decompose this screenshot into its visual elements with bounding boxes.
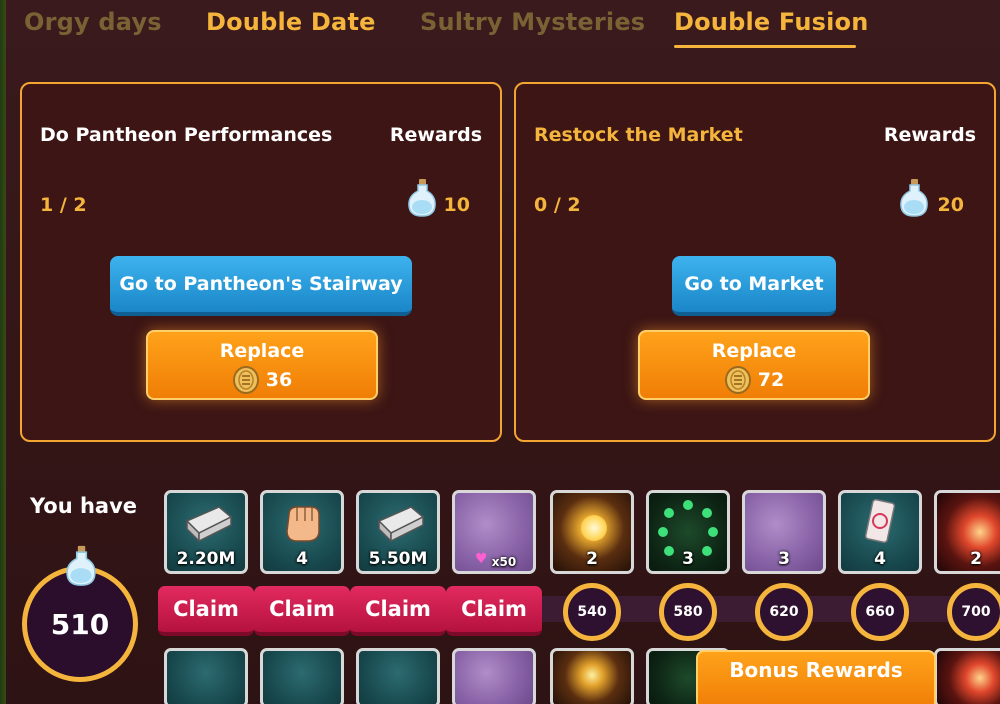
reward-tile[interactable]: 5.50M bbox=[356, 490, 440, 574]
potion-balance-value: 510 bbox=[50, 607, 110, 641]
reward-quantity: 2 bbox=[586, 549, 598, 569]
reward-amount: 20 bbox=[937, 194, 964, 216]
left-edge bbox=[0, 0, 6, 704]
reward-tile[interactable]: 2.20M bbox=[164, 490, 248, 574]
reward-tile[interactable]: ♥ x50 bbox=[452, 490, 536, 574]
reward-quantity: x50 bbox=[491, 555, 517, 569]
reward-tile[interactable]: 2 bbox=[550, 490, 634, 574]
task-card-market: Restock the Market Rewards 0 / 2 20 Go t… bbox=[514, 82, 996, 442]
reward-tile[interactable]: 3 bbox=[742, 490, 826, 574]
reward-tile[interactable]: 4 bbox=[260, 490, 344, 574]
milestone-marker: 660 bbox=[851, 583, 909, 641]
reward-quantity: 4 bbox=[874, 549, 886, 569]
replace-button[interactable]: Replace 36 bbox=[146, 330, 378, 400]
money-stack-icon bbox=[377, 506, 425, 543]
reward-quantity: 4 bbox=[296, 549, 308, 569]
reward-quantity: 3 bbox=[778, 549, 790, 569]
money-stack-icon bbox=[185, 506, 233, 543]
reward-tile[interactable] bbox=[356, 648, 440, 704]
go-to-pantheon-button[interactable]: Go to Pantheon's Stairway bbox=[110, 256, 412, 316]
milestone-marker: 700 bbox=[947, 583, 1000, 641]
milestone-marker: 580 bbox=[659, 583, 717, 641]
reward-tile[interactable] bbox=[550, 648, 634, 704]
tab-double-fusion[interactable]: Double Fusion bbox=[674, 8, 869, 36]
rewards-label: Rewards bbox=[389, 124, 482, 146]
golden-orb-icon bbox=[581, 515, 607, 541]
reward-tile[interactable] bbox=[164, 648, 248, 704]
rewards-label: Rewards bbox=[883, 124, 976, 146]
tab-double-date[interactable]: Double Date bbox=[206, 8, 376, 36]
claim-button[interactable]: Claim bbox=[254, 586, 350, 636]
tab-bar: Orgy days Double Date Sultry Mysteries D… bbox=[0, 0, 1000, 52]
task-title: Do Pantheon Performances bbox=[40, 124, 333, 146]
reward-tile[interactable] bbox=[934, 648, 1000, 704]
reward-amount: 10 bbox=[443, 194, 470, 216]
milestone-marker: 540 bbox=[563, 583, 621, 641]
ticket-icon bbox=[864, 498, 896, 544]
tab-orgy-days[interactable]: Orgy days bbox=[24, 8, 162, 36]
tab-sultry-mysteries[interactable]: Sultry Mysteries bbox=[420, 8, 645, 36]
task-card-pantheon: Do Pantheon Performances Rewards 1 / 2 1… bbox=[20, 82, 502, 442]
reward-tile[interactable] bbox=[260, 648, 344, 704]
replace-button[interactable]: Replace 72 bbox=[638, 330, 870, 400]
replace-cost: 72 bbox=[757, 369, 785, 391]
reward-quantity: 2.20M bbox=[176, 549, 236, 569]
active-tab-indicator bbox=[674, 45, 856, 48]
reward-tile[interactable]: 3 bbox=[646, 490, 730, 574]
claim-button[interactable]: Claim bbox=[446, 586, 542, 636]
potion-icon bbox=[408, 179, 436, 217]
replace-label: Replace bbox=[219, 340, 305, 362]
fist-icon bbox=[286, 506, 320, 542]
go-to-market-button[interactable]: Go to Market bbox=[672, 256, 836, 316]
reward-tile[interactable]: 4 bbox=[838, 490, 922, 574]
bonus-rewards-button[interactable]: Bonus Rewards bbox=[696, 650, 936, 704]
reward-tile[interactable]: 2 bbox=[934, 490, 1000, 574]
koban-coin-icon bbox=[724, 366, 751, 394]
bonus-rewards-label: Bonus Rewards bbox=[729, 658, 903, 682]
reward-tile[interactable] bbox=[452, 648, 536, 704]
task-progress: 0 / 2 bbox=[534, 194, 581, 216]
replace-cost: 36 bbox=[265, 369, 293, 391]
task-progress: 1 / 2 bbox=[40, 194, 87, 216]
replace-label: Replace bbox=[711, 340, 797, 362]
reward-quantity: 5.50M bbox=[368, 549, 428, 569]
reward-quantity: 2 bbox=[970, 549, 982, 569]
potion-icon bbox=[900, 179, 928, 217]
you-have-label: You have bbox=[30, 494, 138, 518]
milestone-marker: 620 bbox=[755, 583, 813, 641]
claim-button[interactable]: Claim bbox=[158, 586, 254, 636]
koban-coin-icon bbox=[232, 366, 259, 394]
task-title: Restock the Market bbox=[534, 124, 743, 146]
reward-quantity: 3 bbox=[682, 549, 694, 569]
claim-button[interactable]: Claim bbox=[350, 586, 446, 636]
potion-icon bbox=[66, 545, 96, 586]
